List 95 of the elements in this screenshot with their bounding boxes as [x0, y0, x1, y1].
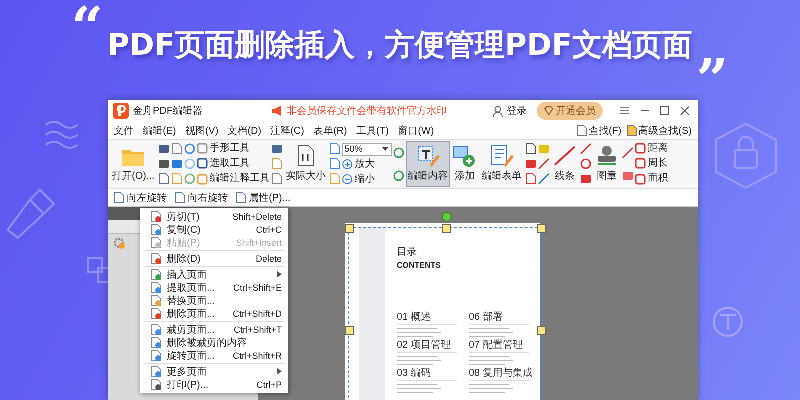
- diagonal-line-icon: [552, 145, 577, 167]
- document-icon: [576, 124, 588, 136]
- edit-content-icon: [416, 145, 440, 167]
- context-menu-item[interactable]: 删除(D) Delete: [140, 252, 288, 265]
- zoom-button[interactable]: 放大: [342, 158, 392, 170]
- context-menu-item[interactable]: 插入页面: [140, 268, 288, 281]
- context-menu-item[interactable]: 复制(C) Ctrl+C: [140, 223, 288, 236]
- close-quote: ”: [696, 60, 729, 100]
- circle-icon[interactable]: [580, 158, 592, 170]
- open-quote: “: [71, 0, 104, 56]
- tool-button[interactable]: 编辑注释工具: [196, 173, 270, 186]
- tool-button[interactable]: 选取工具: [196, 158, 270, 170]
- maximize-icon[interactable]: [660, 106, 670, 116]
- context-menu-item[interactable]: 替换页面...: [140, 294, 288, 307]
- resize-handle[interactable]: [345, 326, 354, 335]
- menu-item[interactable]: 工具(T): [356, 124, 390, 138]
- context-menu-item[interactable]: 提取页面... Ctrl+Shift+E: [140, 281, 288, 294]
- megaphone-icon: [271, 105, 283, 117]
- document-icon: [175, 192, 186, 204]
- section-heading: 06 部署: [469, 310, 504, 324]
- tool-button[interactable]: 距离: [634, 142, 668, 155]
- user-icon: [493, 106, 503, 116]
- wave-lines-icon: [45, 121, 79, 149]
- tool-button[interactable]: 面积: [634, 173, 668, 186]
- ribbon-button[interactable]: 打开(O)...: [110, 141, 157, 187]
- vip-button[interactable]: 开通会员: [537, 102, 603, 120]
- section-heading: 08 复用与集成: [469, 366, 534, 380]
- text-lines-drawing: [469, 380, 531, 394]
- document-icon: [236, 192, 247, 204]
- text-lines-drawing: [397, 324, 459, 338]
- rectangle-icon[interactable]: [580, 173, 592, 186]
- context-menu-item[interactable]: 打印(P)... Ctrl+P: [140, 378, 288, 391]
- context-menu-item[interactable]: 旋转页面... Ctrl+Shift+R: [140, 349, 288, 362]
- section-heading: 03 编码: [397, 366, 432, 380]
- page-title: 目录: [397, 246, 418, 259]
- sub-toolbar-button[interactable]: 向左旋转: [112, 190, 169, 204]
- menu-item[interactable]: 文档(D): [228, 124, 262, 138]
- search-link[interactable]: 查找(F): [576, 124, 622, 138]
- resize-handle[interactable]: [537, 326, 546, 335]
- pen-nib-icon: [7, 188, 56, 239]
- text-lines-drawing: [469, 324, 531, 338]
- image-add-icon: [452, 145, 477, 167]
- sub-toolbar-button[interactable]: 向右旋转: [173, 190, 230, 204]
- headline: PDF页面删除插入，方便管理PDF文档页面: [108, 26, 692, 64]
- text-lines-drawing: [397, 352, 459, 366]
- ribbon-button[interactable]: 实际大小: [284, 141, 328, 187]
- page-icon[interactable]: [270, 173, 283, 186]
- resize-handle[interactable]: [345, 224, 354, 233]
- document-icon: [114, 192, 125, 204]
- ribbon-button[interactable]: 图章: [592, 141, 621, 187]
- resize-handle[interactable]: [537, 224, 546, 233]
- ribbon-button[interactable]: 编辑内容: [406, 141, 450, 187]
- context-menu-item[interactable]: 删除页面... Ctrl+Shift+D: [140, 307, 288, 320]
- context-menu-item[interactable]: 删除被裁剪的内容: [140, 336, 288, 349]
- watermark-notice: 非会员保存文件会带有软件官方水印: [287, 104, 447, 118]
- gear-icon[interactable]: [112, 236, 126, 250]
- menu-item[interactable]: 表单(R): [313, 124, 348, 138]
- zoom-button[interactable]: 缩小: [342, 174, 392, 186]
- caret-icon: [382, 146, 389, 152]
- section-heading: 07 配置管理: [469, 338, 524, 352]
- context-menu-item[interactable]: 剪切(T) Shift+Delete: [140, 210, 288, 223]
- context-menu-item[interactable]: 裁剪页面... Ctrl+Shift+T: [140, 323, 288, 336]
- ribbon-button[interactable]: 添加: [450, 141, 479, 187]
- zoom-out-icon: [342, 174, 353, 185]
- context-menu-item[interactable]: 更多页面: [140, 365, 288, 378]
- ribbon-button[interactable]: 线条: [550, 141, 579, 187]
- letter-t-icon: [713, 307, 743, 337]
- zoom-in-icon: [342, 159, 353, 170]
- text-lines-drawing: [397, 380, 459, 394]
- menu-item[interactable]: 窗口(W): [398, 124, 434, 138]
- app-logo-icon: [113, 103, 129, 119]
- document-icon[interactable]: [158, 173, 170, 186]
- menu-item[interactable]: 视图(V): [185, 124, 219, 138]
- page-subtitle: CONTENTS: [397, 261, 442, 270]
- login-link[interactable]: 登录: [507, 104, 527, 118]
- resize-handle[interactable]: [442, 224, 450, 233]
- folder-document-icon: [626, 124, 638, 136]
- sub-toolbar-button[interactable]: 属性(P)...: [234, 190, 293, 204]
- close-icon[interactable]: [680, 106, 690, 116]
- section-heading: 02 项目管理: [397, 339, 452, 352]
- form-edit-icon: [490, 145, 514, 167]
- menu-item[interactable]: 注释(C): [270, 124, 304, 138]
- menu-item[interactable]: 编辑(E): [143, 124, 176, 138]
- lock-icon: [715, 122, 777, 190]
- search-link[interactable]: 高级查找(S): [626, 124, 692, 138]
- tool-button[interactable]: 手形工具: [196, 142, 270, 155]
- window-title: 金舟PDF编辑器: [133, 104, 203, 118]
- tool-button[interactable]: 周长: [634, 158, 668, 170]
- diamond-icon: [544, 106, 554, 116]
- menu-item[interactable]: 文件: [114, 124, 134, 138]
- section-heading: 01 概述: [397, 310, 432, 324]
- rotate-handle[interactable]: [442, 212, 452, 222]
- menu-icon[interactable]: [619, 106, 630, 116]
- text-lines-drawing: [469, 352, 531, 366]
- ribbon-button[interactable]: 编辑表单: [480, 141, 524, 187]
